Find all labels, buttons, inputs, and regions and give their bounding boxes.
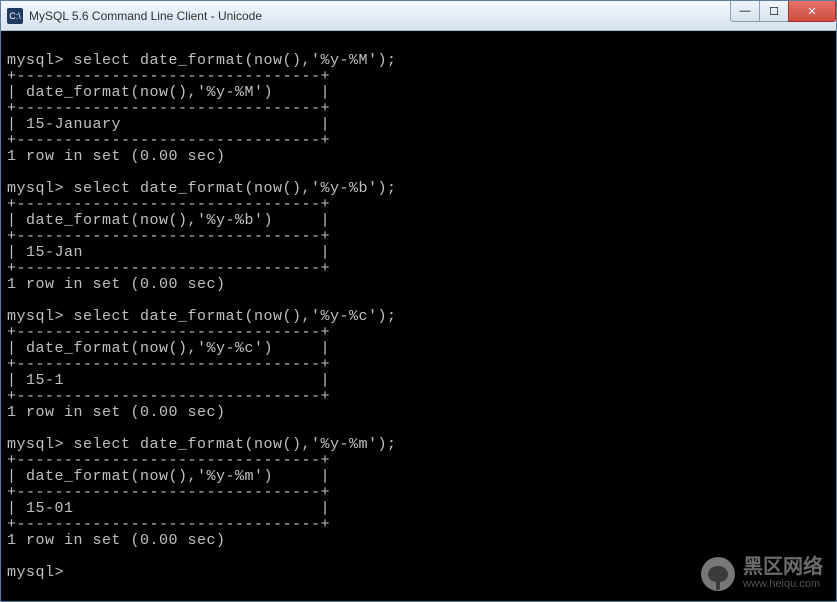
minimize-button[interactable]: —: [730, 1, 760, 22]
app-icon: C:\: [7, 8, 23, 24]
window-controls: — ☐ ✕: [730, 1, 836, 22]
maximize-button[interactable]: ☐: [759, 1, 789, 22]
app-window: C:\ MySQL 5.6 Command Line Client - Unic…: [0, 0, 837, 602]
terminal-output[interactable]: mysql> select date_format(now(),'%y-%M')…: [1, 31, 836, 601]
window-title: MySQL 5.6 Command Line Client - Unicode: [29, 9, 262, 23]
title-bar[interactable]: C:\ MySQL 5.6 Command Line Client - Unic…: [1, 1, 836, 31]
close-button[interactable]: ✕: [788, 1, 836, 22]
